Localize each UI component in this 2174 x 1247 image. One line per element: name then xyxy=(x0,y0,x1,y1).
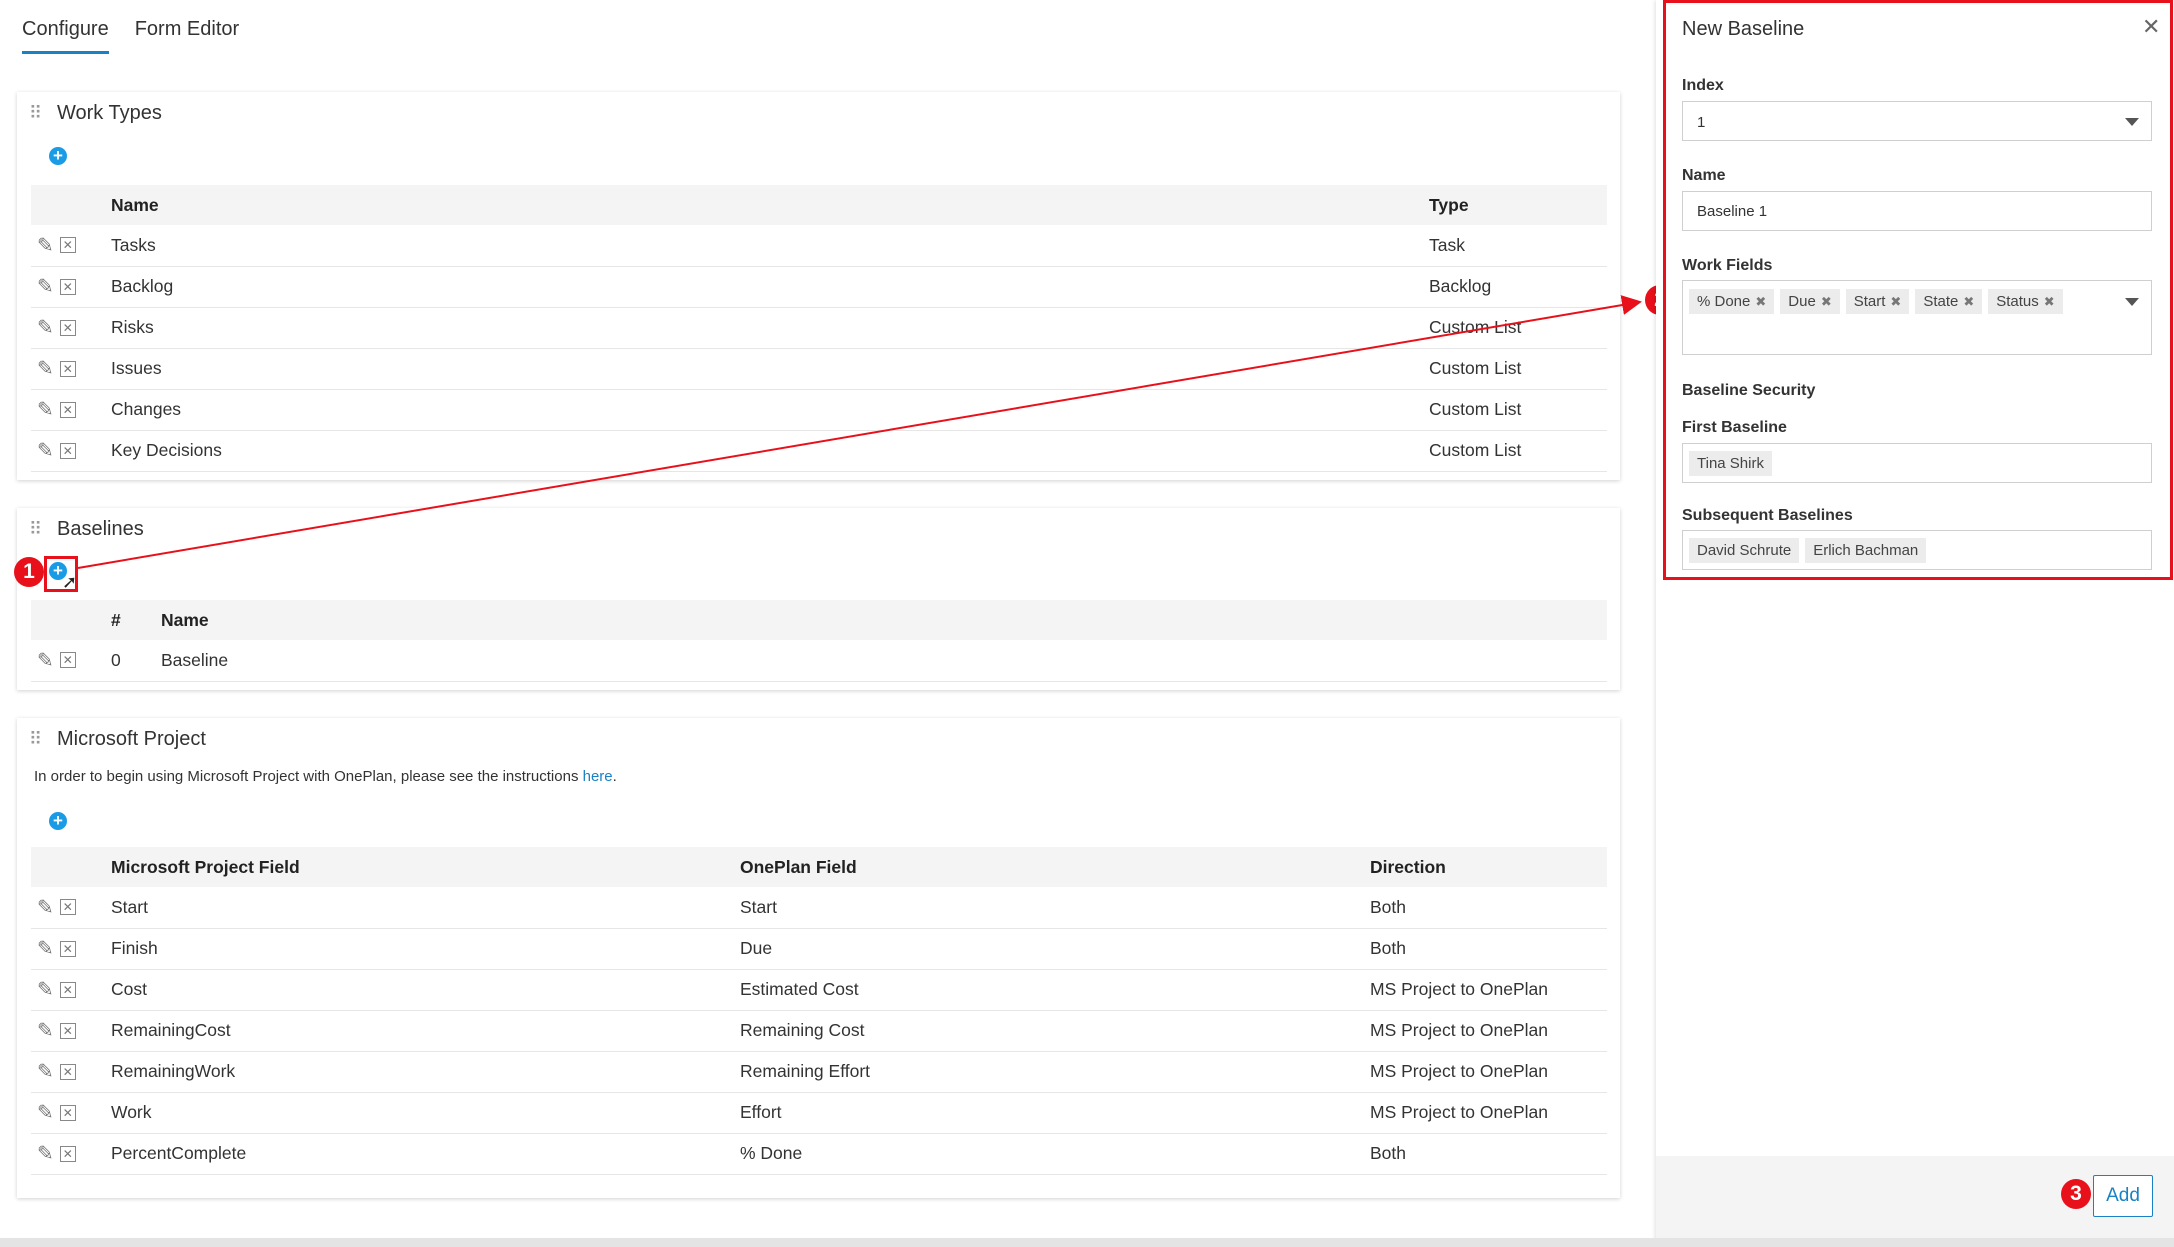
annotation-badge: 3 xyxy=(2061,1179,2091,1209)
app-root: { "tabs": ["Configure", "Form Editor"], … xyxy=(0,0,2174,1247)
annotation-highlight xyxy=(1663,0,2173,580)
horizontal-scrollbar[interactable] xyxy=(0,1238,2174,1247)
add-button[interactable]: Add xyxy=(2093,1175,2153,1217)
